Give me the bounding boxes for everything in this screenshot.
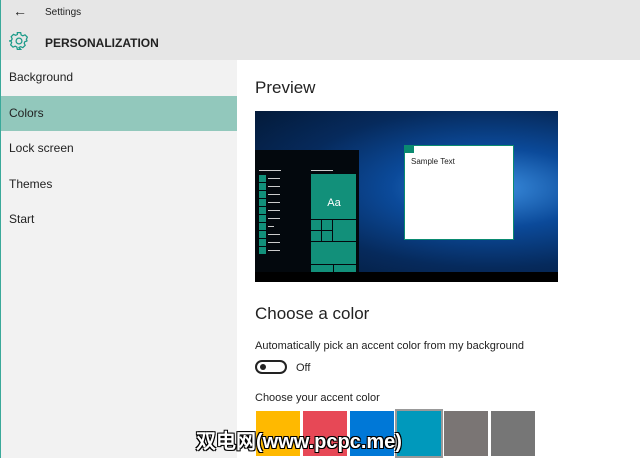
- accent-swatch[interactable]: [395, 409, 443, 458]
- list-tile: [259, 223, 266, 230]
- list-tile: [259, 215, 266, 222]
- list-tile: [259, 175, 266, 182]
- menu-line: [268, 186, 280, 187]
- menu-line: [268, 178, 280, 179]
- menu-line: [268, 202, 280, 203]
- list-tile: [259, 239, 266, 246]
- auto-accent-toggle[interactable]: [255, 360, 287, 374]
- menu-line: [268, 218, 280, 219]
- choose-color-title: Choose a color: [255, 304, 370, 323]
- menu-line: [268, 242, 280, 243]
- menu-line: [268, 194, 280, 195]
- watermark: 双电网(www.pcpc.me): [196, 431, 402, 453]
- sidebar-item-themes[interactable]: Themes: [1, 167, 237, 203]
- sidebar-item-background[interactable]: Background: [1, 60, 237, 96]
- list-tile: [259, 183, 266, 190]
- toggle-state: Off: [296, 362, 311, 374]
- header: ← Settings PERSONALIZATION: [1, 0, 640, 60]
- sidebar-item-lock-screen[interactable]: Lock screen: [1, 131, 237, 167]
- auto-accent-label: Automatically pick an accent color from …: [255, 340, 525, 352]
- menu-line: [268, 226, 274, 227]
- taskbar-preview: [255, 272, 558, 282]
- menu-line: [268, 210, 280, 211]
- menu-line: [311, 170, 333, 171]
- accent-swatch[interactable]: [491, 411, 535, 456]
- sample-text: Sample Text: [411, 157, 455, 166]
- section-title: PERSONALIZATION: [45, 36, 159, 50]
- list-tile: [259, 247, 266, 254]
- list-tile: [259, 191, 266, 198]
- preview-title: Preview: [255, 78, 316, 97]
- menu-line: [268, 250, 280, 251]
- small-tile: [311, 242, 356, 264]
- app-title: Settings: [45, 7, 82, 18]
- back-arrow-icon[interactable]: ←: [13, 3, 27, 19]
- sidebar-item-start[interactable]: Start: [1, 202, 237, 238]
- menu-line: [259, 170, 281, 171]
- list-tile: [259, 231, 266, 238]
- list-tile: [259, 199, 266, 206]
- preview-image: Aa Sample Text: [255, 111, 558, 282]
- sidebar-item-colors[interactable]: Colors: [1, 95, 237, 131]
- sample-window: Sample Text: [404, 145, 514, 240]
- accent-color-label: Choose your accent color: [255, 392, 380, 404]
- tile-label: Aa: [327, 197, 341, 209]
- list-tile: [259, 207, 266, 214]
- accent-swatch[interactable]: [444, 411, 488, 456]
- gear-icon: [9, 32, 29, 50]
- menu-line: [268, 234, 280, 235]
- sidebar: Background Colors Lock screen Themes Sta…: [1, 60, 237, 458]
